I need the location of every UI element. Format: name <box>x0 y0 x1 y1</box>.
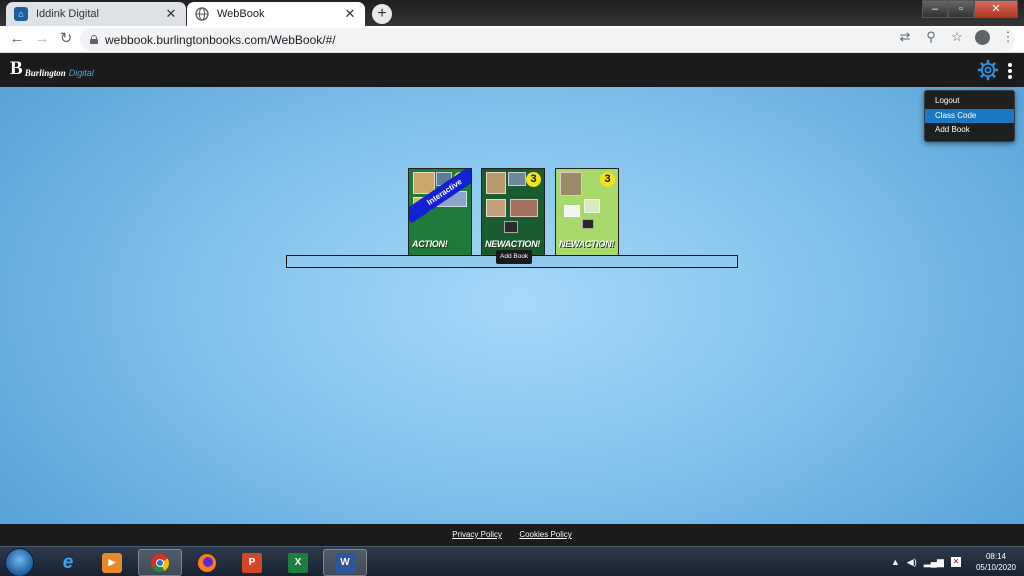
volume-icon[interactable]: ◀) <box>907 557 917 568</box>
taskbar-media-player[interactable]: ▶ <box>90 549 134 576</box>
media-player-icon: ▶ <box>102 552 122 573</box>
book-cover-new-action-3[interactable]: 3 NEWACTION! <box>481 168 545 256</box>
settings-dropdown-menu: Logout Class Code Add Book <box>924 90 1015 142</box>
add-book-tooltip: Add Book <box>496 250 533 264</box>
logo-name: Burlington <box>24 68 66 78</box>
start-button[interactable] <box>5 548 34 576</box>
cover-photo <box>510 199 538 217</box>
cover-photo <box>486 199 506 217</box>
logo-accent: Digital <box>68 68 94 78</box>
app-menu-icon[interactable] <box>1008 63 1012 79</box>
tab-title: WebBook <box>217 8 265 20</box>
privacy-policy-link[interactable]: Privacy Policy <box>452 524 502 546</box>
browser-toolbar: ← → ↻ webbook.burlingtonbooks.com/WebBoo… <box>0 26 1024 53</box>
system-clock[interactable]: 08:14 05/10/2020 <box>976 551 1016 573</box>
tab-close-icon[interactable]: ✕ <box>164 6 178 22</box>
window-maximize-button[interactable]: ▫ <box>948 0 974 18</box>
taskbar-word[interactable]: W <box>323 549 367 576</box>
lock-icon <box>90 35 98 44</box>
firefox-icon <box>197 553 217 573</box>
cover-title: NEWACTION! <box>485 239 540 249</box>
window-close-button[interactable]: ✕ <box>974 0 1018 18</box>
taskbar-powerpoint[interactable]: P <box>230 549 274 576</box>
new-tab-button[interactable]: + <box>372 4 392 24</box>
app-footer: Privacy Policy Cookies Policy <box>0 524 1024 546</box>
profile-avatar-icon[interactable] <box>975 29 990 45</box>
word-icon: W <box>335 552 355 573</box>
clock-time: 08:14 <box>985 552 1006 561</box>
cover-level-badge: 3 <box>600 172 615 187</box>
book-cover-interactive-action-3[interactable]: 3 ACTION! Interactive <box>408 168 472 256</box>
taskbar-internet-explorer[interactable]: e <box>46 549 90 576</box>
browser-tab-webbook[interactable]: WebBook ✕ <box>187 2 365 26</box>
burlington-digital-logo: B Burlington Digital <box>10 58 94 79</box>
globe-icon <box>195 7 209 21</box>
powerpoint-icon: P <box>242 552 262 573</box>
taskbar-firefox[interactable] <box>185 549 229 576</box>
cover-photo <box>486 172 506 194</box>
internet-explorer-icon: e <box>62 551 74 573</box>
translate-icon[interactable]: ⇄ <box>897 28 913 46</box>
cover-photo <box>564 205 580 217</box>
cover-photo <box>508 172 526 186</box>
window-minimize-button[interactable]: – <box>922 0 948 18</box>
network-signal-icon[interactable]: ▂▄▆ <box>924 557 944 568</box>
taskbar-excel[interactable]: X <box>276 549 320 576</box>
cover-photo <box>560 172 582 196</box>
gear-icon[interactable] <box>977 59 999 81</box>
menu-item-class-code[interactable]: Class Code <box>925 108 1014 123</box>
action-center-flag-icon[interactable]: ✕ <box>950 557 961 567</box>
browser-menu-icon[interactable]: ⋮ <box>1000 28 1016 46</box>
url-text: webbook.burlingtonbooks.com/WebBook/#/ <box>105 32 336 47</box>
tab-close-icon[interactable]: ✕ <box>343 6 357 22</box>
book-cover-new-action-3-alt[interactable]: 3 NEWACTION! <box>555 168 619 256</box>
bookshelf-page: Logout Class Code Add Book 3 ACTION! Int… <box>0 87 1024 524</box>
bookmark-star-icon[interactable]: ☆ <box>949 28 965 46</box>
cookies-policy-link[interactable]: Cookies Policy <box>519 524 571 546</box>
windows-taskbar: e ▶ P X W ▲ ◀) ▂▄▆ ✕ 08:14 05/10/2020 <box>0 546 1024 576</box>
cover-photo <box>582 219 594 229</box>
cover-level-badge: 3 <box>526 172 541 187</box>
cover-photo <box>584 199 600 213</box>
tray-expand-icon[interactable]: ▲ <box>891 557 900 567</box>
back-arrow-icon[interactable]: ← <box>8 30 26 48</box>
logo-mark: B <box>10 58 23 79</box>
clock-date: 05/10/2020 <box>975 563 1016 572</box>
cover-title: NEWACTION! <box>559 239 614 249</box>
chrome-icon <box>150 553 170 573</box>
cover-title: ACTION! <box>412 239 448 249</box>
address-bar[interactable]: webbook.burlingtonbooks.com/WebBook/#/ <box>80 28 1015 51</box>
forward-arrow-icon[interactable]: → <box>33 30 51 48</box>
taskbar-chrome[interactable] <box>138 549 182 576</box>
app-header: B Burlington Digital <box>0 53 1024 87</box>
iddink-favicon-icon: ⌂ <box>14 7 28 21</box>
browser-tab-iddink[interactable]: ⌂ Iddink Digital ✕ <box>6 2 186 26</box>
cover-photo <box>504 221 518 233</box>
menu-item-logout[interactable]: Logout <box>925 94 1014 109</box>
window-controls: – ▫ ✕ <box>922 0 1018 18</box>
address-bar-actions: ⇄ ⚲ ☆ ⋮ <box>897 28 1016 46</box>
browser-tab-strip: ⌂ Iddink Digital ✕ WebBook ✕ + – ▫ ✕ <box>0 0 1024 26</box>
tab-title: Iddink Digital <box>36 8 99 20</box>
system-tray: ▲ ◀) ▂▄▆ ✕ 08:14 05/10/2020 <box>891 547 1016 576</box>
zoom-icon[interactable]: ⚲ <box>923 28 939 46</box>
excel-icon: X <box>288 552 308 573</box>
menu-item-add-book[interactable]: Add Book <box>925 123 1014 138</box>
reload-icon[interactable]: ↻ <box>57 30 75 48</box>
